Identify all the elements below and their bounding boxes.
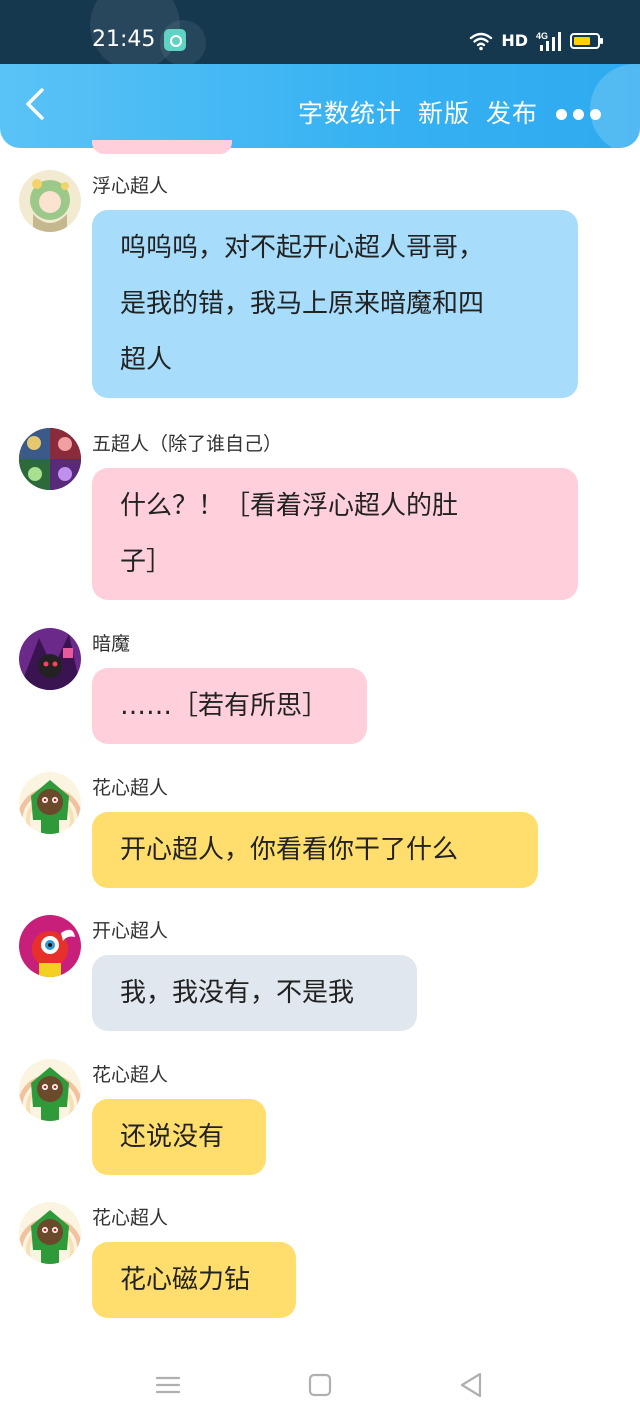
sender-name: 暗魔 [92,633,131,655]
avatar[interactable] [19,628,81,690]
green-flower-hero-avatar-icon [19,772,81,834]
message-text-line: ……［若有所思］ [120,691,329,721]
back-triangle-icon [460,1372,482,1398]
battery-icon [570,33,603,49]
status-bar: 21:45 HD 4G [0,0,640,64]
home-square-icon [308,1373,332,1397]
chevron-left-icon [26,88,44,120]
red-hero-avatar-icon [19,915,81,977]
sender-name: 花心超人 [92,1207,169,1229]
message-text-line: 超人 [120,345,173,375]
group-avatar-icon [19,428,81,490]
wifi-icon [470,32,493,51]
avatar[interactable] [19,170,81,232]
message-bubble[interactable]: 呜呜呜，对不起开心超人哥哥， 是我的错，我马上原来暗魔和四 超人 [92,210,578,398]
chat-header: 字数统计 新版 发布 [0,64,640,148]
green-hair-girl-avatar-icon [19,170,81,232]
message-text-line: 呜呜呜，对不起开心超人哥哥， [120,233,485,263]
message-bubble[interactable]: 花心磁力钻 [92,1242,296,1318]
signal-icon: 4G [536,31,561,51]
message-text-line: 开心超人，你看看你干了什么 [120,835,459,865]
green-flower-hero-avatar-icon [19,1059,81,1121]
home-button[interactable] [305,1370,335,1400]
menu-button[interactable] [153,1370,183,1400]
message-bubble[interactable]: 开心超人，你看看你干了什么 [92,812,538,888]
green-flower-hero-avatar-icon [19,1202,81,1264]
sender-name: 开心超人 [92,920,169,942]
avatar[interactable] [19,1202,81,1264]
previous-message-bubble [92,140,232,154]
app-icon [164,29,186,51]
publish-button[interactable]: 发布 [486,98,538,130]
sender-name: 花心超人 [92,1064,169,1086]
sender-name: 五超人（除了谁自己） [92,433,283,455]
signal-type: 4G [536,31,548,41]
back-button[interactable] [16,84,56,124]
avatar[interactable] [19,772,81,834]
avatar[interactable] [19,1059,81,1121]
status-time: 21:45 [92,27,156,52]
avatar[interactable] [19,915,81,977]
message-text-line: 我，我没有，不是我 [120,978,355,1008]
nav-back-button[interactable] [456,1370,486,1400]
header-actions: 字数统计 新版 发布 [298,98,538,130]
message-text-line: 还说没有 [120,1122,225,1152]
status-icons: HD 4G [469,27,603,55]
message-bubble[interactable]: 我，我没有，不是我 [92,955,417,1031]
new-version-button[interactable]: 新版 [418,98,470,130]
more-button[interactable] [556,104,606,124]
sender-name: 花心超人 [92,777,169,799]
more-dot [573,108,584,120]
message-text-line: 是我的错，我马上原来暗魔和四 [120,289,485,319]
word-count-button[interactable]: 字数统计 [298,98,402,130]
message-bubble[interactable]: 还说没有 [92,1099,266,1175]
message-bubble[interactable]: 什么？！［看着浮心超人的肚 子］ [92,468,578,600]
network-label: HD [501,31,528,50]
more-dot [590,108,601,120]
menu-icon [155,1376,181,1394]
system-nav-bar [0,1352,640,1422]
message-text-line: 什么？！［看着浮心超人的肚 [120,491,459,521]
avatar[interactable] [19,428,81,490]
dark-demon-avatar-icon [19,628,81,690]
message-bubble[interactable]: ……［若有所思］ [92,668,367,744]
more-dot [556,108,567,120]
message-text-line: 子］ [120,547,173,577]
sender-name: 浮心超人 [92,175,169,197]
message-text-line: 花心磁力钻 [120,1265,251,1295]
